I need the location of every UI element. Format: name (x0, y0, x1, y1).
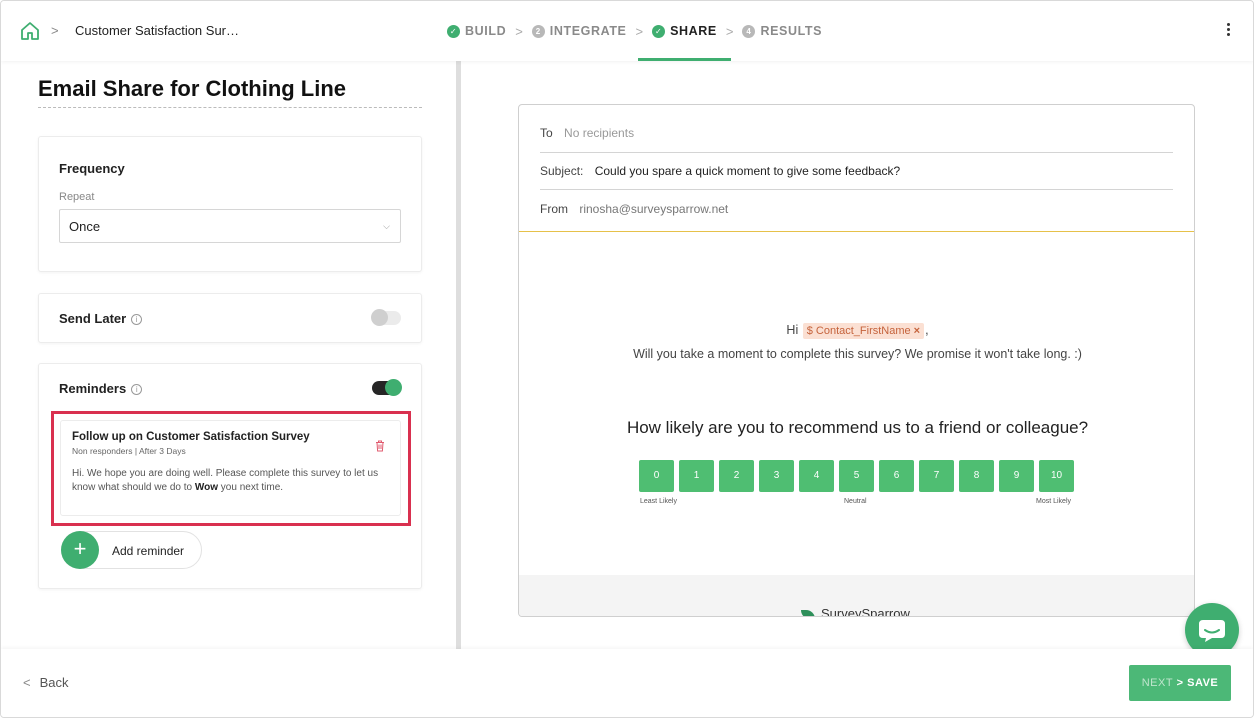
step-integrate[interactable]: 2 INTEGRATE (531, 1, 627, 61)
chevron-left-icon: < (23, 675, 31, 690)
kebab-menu-icon[interactable] (1225, 23, 1231, 39)
token-label: $ Contact_FirstName (806, 325, 911, 337)
to-label: To (540, 126, 553, 140)
step-share[interactable]: ✓ SHARE (638, 1, 731, 61)
nps-option-7[interactable]: 7 (919, 460, 954, 492)
trash-icon[interactable] (375, 439, 385, 452)
send-later-title: Send Later i (59, 311, 143, 326)
bottom-bar: < Back NEXT > SAVE (1, 649, 1253, 717)
back-button[interactable]: < Back (23, 675, 69, 690)
greeting-suffix: , (925, 323, 929, 337)
repeat-label: Repeat (59, 191, 95, 203)
step-number-badge: 4 (742, 24, 756, 38)
chevron-right-icon: > (515, 23, 523, 39)
plus-icon: + (61, 531, 99, 569)
app-frame: > Customer Satisfaction Sur… ✓ BUILD > 2… (0, 0, 1254, 718)
brand-name: SurveySparrow (821, 606, 910, 617)
nps-question: How likely are you to recommend us to a … (626, 418, 1089, 437)
chevron-right-icon: > (1176, 677, 1184, 689)
send-later-toggle[interactable] (371, 309, 401, 326)
merge-token[interactable]: $ Contact_FirstName × (802, 323, 925, 339)
close-icon[interactable]: × (914, 325, 920, 337)
save-label: SAVE (1187, 677, 1219, 689)
next-save-button[interactable]: NEXT > SAVE (1129, 665, 1231, 701)
nps-option-5[interactable]: 5 (839, 460, 874, 492)
nps-option-6[interactable]: 6 (879, 460, 914, 492)
reminders-title: Reminders i (59, 381, 143, 396)
reminder-item[interactable]: Follow up on Customer Satisfaction Surve… (60, 420, 401, 516)
highlighted-reminder: Follow up on Customer Satisfaction Surve… (51, 411, 411, 526)
add-reminder-label: Add reminder (112, 544, 185, 558)
subject-label: Subject: (540, 164, 584, 178)
scale-label-low: Least Likely (640, 498, 677, 505)
nps-option-4[interactable]: 4 (799, 460, 834, 492)
subject-value: Could you spare a quick moment to give s… (594, 164, 901, 178)
reminder-title: Follow up on Customer Satisfaction Surve… (72, 431, 310, 443)
email-preview-panel: To No recipients Subject: Could you spar… (461, 61, 1253, 657)
reminders-card: Reminders i Follow up on Customer Satisfa… (38, 363, 422, 589)
scale-label-high: Most Likely (1036, 498, 1072, 505)
chevron-right-icon: > (725, 23, 734, 39)
greeting-line: Hi $ Contact_FirstName ×, (519, 323, 1194, 339)
to-field[interactable]: To No recipients (540, 126, 1173, 153)
to-placeholder: No recipients (564, 126, 635, 140)
repeat-select[interactable]: Once ⌵ (59, 209, 401, 243)
frequency-card: Frequency Repeat Once ⌵ (38, 136, 422, 272)
add-reminder-button[interactable]: + Add reminder (61, 531, 202, 569)
step-number-badge: 2 (531, 24, 545, 38)
nps-option-8[interactable]: 8 (959, 460, 994, 492)
email-footer: SurveySparrow (519, 575, 1194, 617)
nps-option-10[interactable]: 10 (1039, 460, 1074, 492)
step-label: BUILD (465, 24, 507, 38)
header-divider (519, 231, 1194, 232)
chevron-down-icon: ⌵ (383, 221, 390, 231)
chevron-right-icon: > (635, 23, 644, 39)
breadcrumb-chevron-icon: > (51, 23, 59, 38)
nps-option-0[interactable]: 0 (639, 460, 674, 492)
step-results[interactable]: 4 RESULTS (742, 1, 822, 61)
intro-text: Will you take a moment to complete this … (633, 347, 1082, 361)
share-settings-panel: Email Share for Clothing Line Frequency … (1, 61, 459, 649)
nps-option-3[interactable]: 3 (759, 460, 794, 492)
reminders-toggle[interactable] (372, 379, 402, 396)
email-preview: To No recipients Subject: Could you spar… (518, 104, 1195, 617)
page-title[interactable]: Email Share for Clothing Line (38, 76, 422, 108)
send-later-label: Send Later (59, 311, 127, 326)
reminders-label: Reminders (59, 381, 127, 396)
next-label: NEXT (1141, 677, 1174, 689)
info-icon[interactable]: i (131, 384, 143, 396)
repeat-value: Once (69, 219, 101, 234)
frequency-title: Frequency (59, 161, 125, 176)
nps-scale: 0 1 2 3 4 5 6 7 8 9 10 (639, 460, 1079, 492)
subject-field[interactable]: Subject: Could you spare a quick moment … (540, 164, 1173, 190)
top-bar: > Customer Satisfaction Sur… ✓ BUILD > 2… (1, 1, 1253, 61)
step-label: SHARE (670, 24, 717, 38)
nps-option-9[interactable]: 9 (999, 460, 1034, 492)
reminder-subtitle: Non responders | After 3 Days (72, 446, 186, 456)
step-build[interactable]: ✓ BUILD (447, 1, 506, 61)
info-icon[interactable]: i (131, 314, 143, 326)
reminder-body: Hi. We hope you are doing well. Please c… (72, 468, 379, 493)
brand-logo: SurveySparrow (801, 606, 910, 617)
step-navigation: ✓ BUILD > 2 INTEGRATE > ✓ SHARE > 4 RESU… (447, 1, 822, 61)
send-later-card: Send Later i (38, 293, 422, 343)
back-label: Back (39, 675, 69, 690)
greeting-prefix: Hi (786, 323, 799, 337)
home-icon[interactable] (19, 20, 41, 42)
check-icon: ✓ (447, 24, 460, 38)
from-value: rinosha@surveysparrow.net (579, 202, 729, 216)
scale-label-mid: Neutral (844, 498, 867, 505)
nps-option-1[interactable]: 1 (679, 460, 714, 492)
survey-title[interactable]: Customer Satisfaction Sur… (75, 23, 239, 38)
step-label: INTEGRATE (549, 24, 627, 38)
step-label: RESULTS (760, 24, 823, 38)
check-icon: ✓ (652, 24, 666, 38)
sparrow-icon (801, 610, 815, 616)
nps-option-2[interactable]: 2 (719, 460, 754, 492)
from-field[interactable]: From rinosha@surveysparrow.net (540, 202, 1173, 222)
from-label: From (540, 202, 568, 216)
